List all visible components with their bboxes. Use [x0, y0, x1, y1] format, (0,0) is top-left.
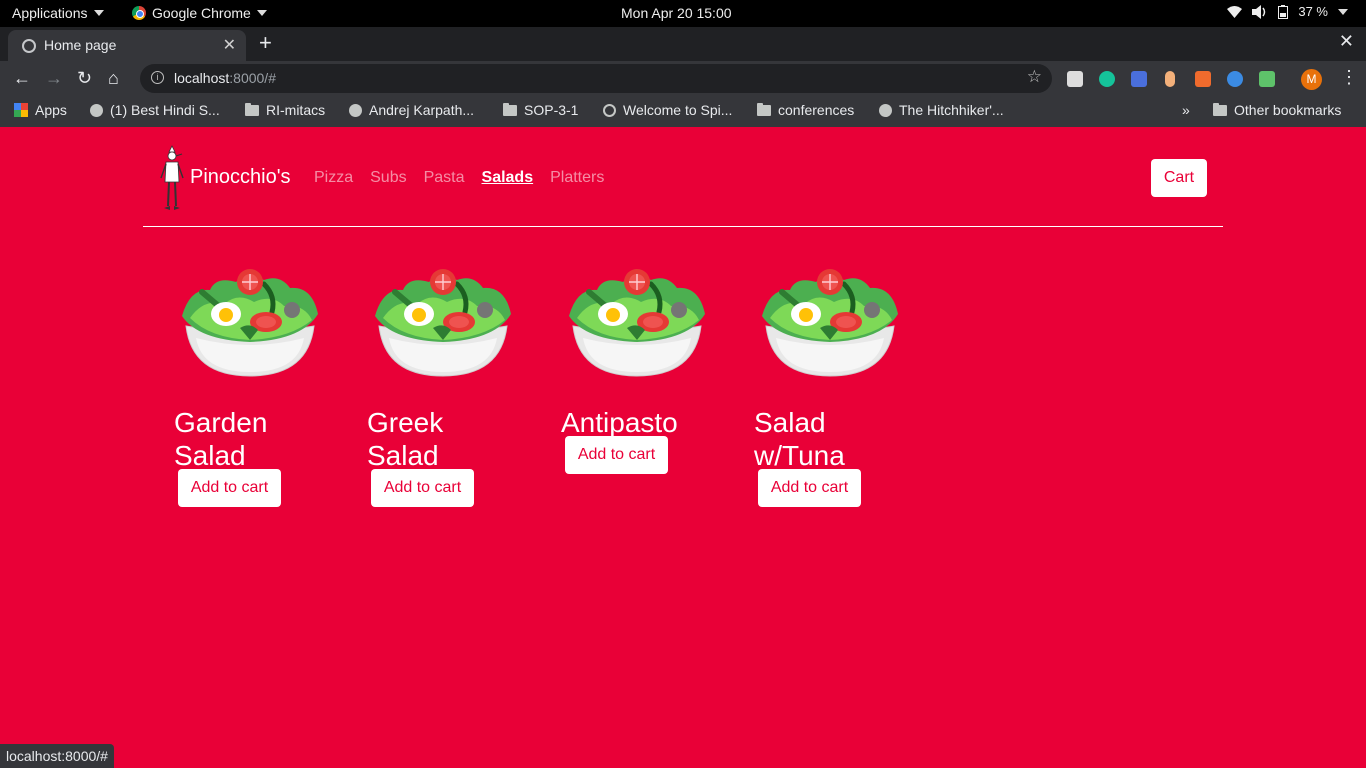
applications-menu[interactable]: Applications — [12, 5, 104, 21]
active-app-label: Google Chrome — [152, 5, 251, 21]
item-name: Antipasto — [561, 407, 678, 438]
url-text[interactable]: localhost:8000/# — [174, 70, 276, 86]
globe-icon — [90, 103, 103, 117]
info-icon[interactable]: i — [151, 71, 164, 84]
chevron-down-icon — [93, 10, 104, 16]
forward-icon[interactable]: → — [45, 67, 63, 89]
pinocchio-logo[interactable] — [159, 144, 185, 214]
folder-icon — [245, 102, 259, 116]
globe-icon — [879, 103, 892, 117]
url-path: :8000/# — [229, 70, 276, 86]
page-content: Pinocchio's Pizza Subs Pasta Salads Plat… — [0, 128, 1366, 768]
new-tab-icon[interactable]: + — [259, 30, 272, 56]
back-icon[interactable]: ← — [13, 67, 31, 89]
add-to-cart-button[interactable]: Add to cart — [565, 436, 668, 474]
tab-home-page[interactable]: Home page ✕ — [8, 30, 246, 61]
link-status-bar: localhost:8000/# — [0, 744, 114, 768]
extension-icon[interactable] — [1165, 71, 1175, 87]
bookmark-label: Apps — [35, 102, 67, 118]
bookmark-label: Andrej Karpath... — [369, 102, 475, 118]
grammarly-icon[interactable] — [1099, 71, 1115, 87]
system-tray[interactable]: 37 % — [1227, 4, 1348, 19]
site-navbar: Pinocchio's Pizza Subs Pasta Salads Plat… — [143, 128, 1223, 227]
battery-percent: 37 % — [1298, 4, 1328, 19]
add-to-cart-button[interactable]: Add to cart — [178, 469, 281, 507]
salad-bowl-icon — [760, 268, 900, 388]
bookmark-label: RI-mitacs — [266, 102, 326, 118]
folder-icon — [757, 102, 771, 116]
volume-icon — [1252, 4, 1266, 19]
item-name: Salad w/Tuna — [754, 407, 845, 471]
bookmark-label: SOP-3-1 — [524, 102, 579, 118]
item-name: Greek Salad — [367, 407, 444, 471]
mail-extension-icon[interactable] — [1259, 71, 1275, 87]
close-icon[interactable]: ✕ — [223, 35, 236, 55]
salad-bowl-icon — [180, 268, 320, 388]
bookmark-apps[interactable]: Apps — [14, 102, 67, 118]
clock[interactable]: Mon Apr 20 15:00 — [621, 5, 732, 21]
bookmark-label: conferences — [778, 102, 855, 118]
kebab-menu-icon[interactable]: ⋮ — [1340, 67, 1358, 88]
extension-icon[interactable] — [1227, 71, 1243, 87]
calendar-extension-icon[interactable] — [1195, 71, 1211, 87]
salad-bowl-icon — [567, 268, 707, 388]
bookmarks-bar: Apps (1) Best Hindi S... RI-mitacs Andre… — [0, 96, 1366, 127]
bookmark-label: Other bookmarks — [1234, 102, 1342, 118]
home-icon[interactable]: ⌂ — [108, 67, 119, 89]
add-to-cart-button[interactable]: Add to cart — [371, 469, 474, 507]
extension-icon[interactable] — [1067, 71, 1083, 87]
system-top-bar: Applications Google Chrome Mon Apr 20 15… — [0, 0, 1366, 27]
chevron-double-right-icon: » — [1182, 102, 1190, 118]
url-host: localhost — [174, 70, 230, 86]
bookmark-folder[interactable]: RI-mitacs — [245, 102, 325, 118]
browser-toolbar: ← → ↻ ⌂ i localhost:8000/# ☆ M ⋮ — [0, 61, 1366, 96]
tab-title: Home page — [44, 37, 117, 53]
chevron-down-icon — [1338, 8, 1348, 15]
reload-icon[interactable]: ↻ — [77, 67, 92, 89]
cart-button[interactable]: Cart — [1151, 159, 1207, 197]
nav-link-pasta[interactable]: Pasta — [424, 169, 465, 187]
profile-avatar[interactable]: M — [1301, 69, 1322, 90]
folder-icon — [1213, 102, 1227, 116]
bookmark-star-icon[interactable]: ☆ — [1027, 67, 1042, 87]
bookmark-item[interactable]: (1) Best Hindi S... — [90, 102, 220, 118]
tab-strip: Home page ✕ + ✕ — [0, 27, 1366, 61]
bookmark-item[interactable]: Welcome to Spi... — [603, 102, 732, 118]
nav-link-subs[interactable]: Subs — [370, 169, 406, 187]
nav-link-salads[interactable]: Salads — [482, 169, 534, 187]
nav-link-platters[interactable]: Platters — [550, 169, 604, 187]
item-name: Garden Salad — [174, 407, 268, 471]
add-to-cart-button[interactable]: Add to cart — [758, 469, 861, 507]
bookmarks-overflow[interactable]: » — [1182, 102, 1190, 118]
bookmark-label: (1) Best Hindi S... — [110, 102, 220, 118]
chrome-icon — [132, 6, 146, 20]
wifi-icon — [1227, 5, 1243, 18]
globe-icon — [22, 39, 36, 53]
apps-grid-icon — [14, 103, 28, 117]
nav-link-pizza[interactable]: Pizza — [314, 169, 353, 187]
globe-icon — [349, 103, 362, 117]
bookmark-item[interactable]: Andrej Karpath... — [349, 102, 474, 118]
other-bookmarks[interactable]: Other bookmarks — [1213, 102, 1341, 118]
bookmark-folder[interactable]: conferences — [757, 102, 854, 118]
applications-label: Applications — [12, 5, 88, 21]
category-nav: Pizza Subs Pasta Salads Platters — [314, 169, 604, 187]
salad-bowl-icon — [373, 268, 513, 388]
brand-name[interactable]: Pinocchio's — [190, 166, 291, 189]
folder-icon — [503, 102, 517, 116]
openai-icon — [603, 103, 616, 117]
battery-icon — [1278, 4, 1289, 19]
bookmark-folder[interactable]: SOP-3-1 — [503, 102, 578, 118]
address-bar[interactable]: i localhost:8000/# ☆ — [140, 64, 1052, 93]
bookmark-label: The Hitchhiker'... — [899, 102, 1004, 118]
translate-icon[interactable] — [1131, 71, 1147, 87]
active-app-menu[interactable]: Google Chrome — [132, 5, 267, 21]
window-close-icon[interactable]: ✕ — [1339, 31, 1354, 52]
chevron-down-icon — [256, 10, 267, 16]
bookmark-label: Welcome to Spi... — [623, 102, 733, 118]
bookmark-item[interactable]: The Hitchhiker'... — [879, 102, 1004, 118]
